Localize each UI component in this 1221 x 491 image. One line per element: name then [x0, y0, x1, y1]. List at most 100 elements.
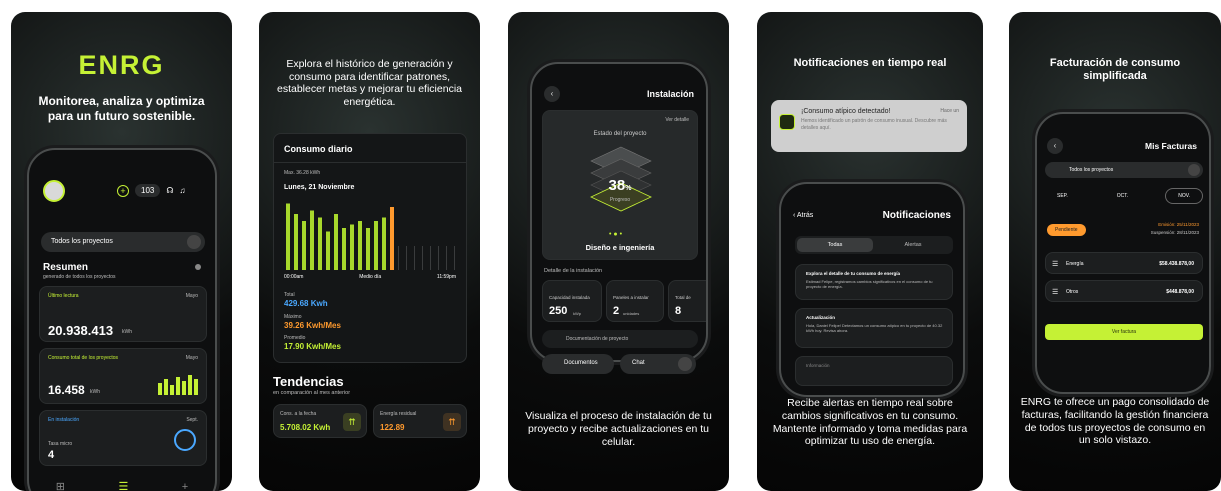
chat-label: Chat	[632, 360, 645, 366]
energy-icon: ☰	[1052, 261, 1059, 268]
chart-bar	[310, 210, 314, 270]
trends-title: Tendencias	[273, 374, 344, 389]
chart-bar	[286, 203, 290, 270]
caption-top: Facturación de consumo simplificada	[1049, 57, 1181, 83]
chat-button[interactable]: Chat	[620, 354, 696, 374]
chart-bar	[398, 246, 399, 270]
progress-percent: 38%	[543, 177, 697, 194]
documents-label: Documentos	[564, 360, 598, 366]
chart-bar	[358, 221, 362, 270]
time-axis: 00:00am Medio día 11:59pm	[284, 274, 456, 280]
status-label: Estado del proyecto	[593, 131, 647, 137]
project-select[interactable]: Todos los proyectos	[1045, 162, 1203, 178]
back-button[interactable]: ‹ Atrás	[793, 212, 813, 219]
consumption-tag: Mayo	[185, 355, 198, 361]
installation-card[interactable]: En instalación Sept. Tasa micro 4	[39, 410, 207, 466]
project-select-label: Todos los proyectos	[51, 238, 113, 245]
notification-item[interactable]: Explora el detalle de tu consumo de ener…	[795, 264, 953, 300]
notification-item[interactable]: Actualización Hola, Daniel Felipe! Detec…	[795, 308, 953, 348]
tab-all[interactable]: Todas	[797, 238, 873, 252]
capacity-unit: kWp	[573, 311, 581, 316]
documentation-field[interactable]: Documentación de proyecto	[542, 330, 698, 348]
consumption-card[interactable]: Consumo total de los proyectos Mayo 16.4…	[39, 348, 207, 404]
notif-title: Actualización	[806, 315, 836, 320]
nav-home-icon[interactable]: ⊞	[56, 480, 65, 491]
trend-card-energy[interactable]: Energía residual 122.89 ⇈	[373, 404, 467, 438]
tab-bar: Todas Alertas	[795, 236, 953, 254]
total-value: 429.68 Kwh	[284, 299, 328, 308]
banner-time: Hace un	[940, 108, 959, 114]
detail-link[interactable]: Ver detalle	[665, 117, 689, 123]
chevron-down-icon	[187, 235, 201, 249]
other-line[interactable]: ☰ Otros $448.878,00	[1045, 280, 1203, 302]
trend-card-consumption[interactable]: Cons. a la fecha 5.708.02 Kwh ⇈	[273, 404, 367, 438]
energy-line[interactable]: ☰ Energía $58.438.878,00	[1045, 252, 1203, 274]
chat-icon	[678, 357, 692, 371]
month-tabs: SEP. OCT. NOV.	[1045, 188, 1203, 204]
nav-list-icon[interactable]: ☰	[118, 480, 128, 491]
chart-bar	[414, 246, 415, 270]
capacity-label: Capacidad instalada	[549, 295, 590, 300]
enrg-logo: ENRG	[78, 50, 165, 80]
summary-subtitle: generado de todos los proyectos	[43, 274, 116, 280]
max-line: Max. 36.28 kWh	[284, 170, 321, 176]
notification-banner[interactable]: ¡Consumo atípico detectado! Hace un Hemo…	[771, 100, 967, 152]
consumption-unit: kWh	[90, 389, 100, 395]
reading-tag: Mayo	[185, 293, 198, 299]
documents-button[interactable]: Documentos	[542, 354, 614, 374]
percent-sign: %	[625, 185, 632, 192]
add-icon[interactable]: +	[117, 184, 129, 197]
screen-title: Notificaciones	[882, 210, 951, 221]
project-select-label: Todos los proyectos	[1069, 167, 1114, 173]
panel-billing: Facturación de consumo simplificada ‹ Mi…	[1009, 12, 1221, 491]
capacity-value: 250	[549, 305, 568, 317]
avatar[interactable]	[43, 180, 65, 202]
installation-label: En instalación	[48, 417, 80, 423]
chart-bar	[374, 221, 378, 270]
issue-date: Emisión: 25/11/2023	[1158, 222, 1199, 227]
caption-top: Notificaciones en tiempo real	[793, 57, 947, 69]
chart-bar	[430, 246, 431, 270]
chart-bar	[446, 246, 447, 270]
screen-title: Mis Facturas	[1145, 141, 1197, 151]
bell-icon[interactable]: ♫	[179, 186, 185, 195]
month-sep[interactable]: SEP.	[1045, 189, 1080, 203]
panel-monitor: ENRG Monitorea, analiza y optimiza para …	[11, 12, 232, 491]
back-icon[interactable]: ‹	[1047, 138, 1063, 154]
chart-bar	[350, 224, 354, 270]
suspension-date: Suspensión: 28/11/2023	[1150, 230, 1199, 235]
caption: Explora el histórico de generación y con…	[277, 58, 462, 108]
trend2-label: Energía residual	[380, 411, 417, 417]
chart-bar	[334, 214, 338, 270]
summary-title: Resumen	[43, 262, 89, 273]
notification-item[interactable]: Información	[795, 356, 953, 386]
nav-add-icon[interactable]: +	[182, 481, 188, 491]
banner-text: Hemos identificado un patrón de consumo …	[801, 118, 947, 131]
tab-alerts[interactable]: Alertas	[875, 238, 951, 252]
notif-text: Hola, Daniel Felipe! Detectamos un consu…	[806, 323, 943, 334]
reading-card[interactable]: Último lectura Mayo 20.938.413 kWh	[39, 286, 207, 342]
project-select[interactable]: Todos los proyectos	[41, 232, 205, 252]
month-nov[interactable]: NOV.	[1165, 188, 1203, 204]
avg-label: Promedio	[284, 335, 306, 341]
total-label: Total	[284, 292, 295, 298]
back-icon[interactable]: ‹	[544, 86, 560, 102]
info-dot	[195, 264, 201, 270]
mini-bar-chart	[158, 375, 198, 395]
coins-badge[interactable]: 103	[135, 184, 161, 197]
view-invoice-button[interactable]: Ver factura	[1045, 324, 1203, 340]
divider	[274, 162, 466, 163]
total-stat-value: 8	[675, 305, 682, 317]
percent-number: 38	[608, 177, 626, 194]
installation-tag: Sept.	[186, 417, 198, 423]
consumption-value: 16.458	[48, 383, 85, 397]
other-value: $448.878,00	[1166, 289, 1194, 295]
month-oct[interactable]: OCT.	[1105, 189, 1140, 203]
notif-text: Estimad Felipe, registramos cambios sign…	[806, 279, 933, 290]
chart-bar	[366, 228, 370, 270]
time-mid: Medio día	[359, 274, 382, 280]
phone-screen: ‹ Mis Facturas Todos los proyectos SEP. …	[1035, 112, 1211, 394]
support-icon[interactable]: ☊	[166, 186, 173, 195]
panel-installation: ‹ Instalación Ver detalle Estado del pro…	[508, 12, 729, 491]
reading-label: Último lectura	[48, 293, 79, 299]
